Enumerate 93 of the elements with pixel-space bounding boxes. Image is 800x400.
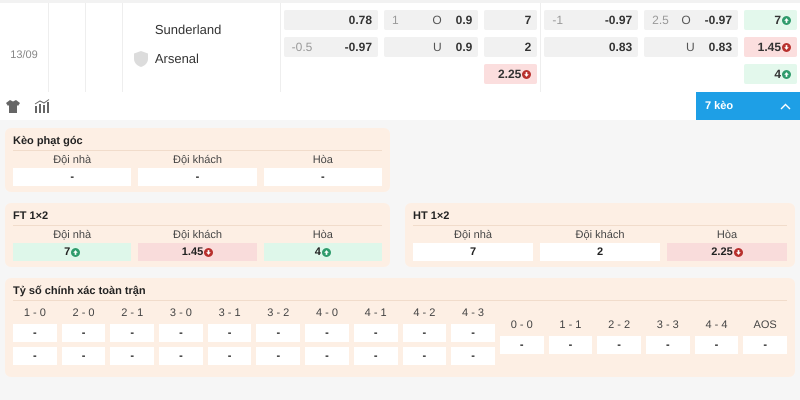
odds-cell[interactable]: - <box>646 336 690 354</box>
odds-cell[interactable]: - <box>500 336 544 354</box>
bar-chart-icon[interactable] <box>34 99 50 113</box>
up-arrow-icon <box>782 70 792 78</box>
odds-cell[interactable]: - <box>13 324 57 342</box>
down-arrow-icon <box>782 42 792 52</box>
score-label: 1 - 0 <box>22 307 47 319</box>
team-name: Sunderland <box>154 22 222 36</box>
odds-cell[interactable]: 7 <box>413 243 533 261</box>
odds-cell[interactable]: - <box>208 347 252 365</box>
odds-cell[interactable]: 2.5 O -0.97 <box>644 10 738 30</box>
outcome-label: Đội khách <box>172 153 223 168</box>
score-label: 4 - 0 <box>314 307 339 319</box>
odds-cell[interactable]: - <box>354 324 398 342</box>
odds-cell[interactable]: U 0.83 <box>644 37 738 57</box>
odds-cell[interactable]: - <box>451 324 495 342</box>
odds-cell[interactable]: - <box>110 347 154 365</box>
odds-cell[interactable]: - <box>548 336 592 354</box>
score-label: 3 - 1 <box>218 307 242 319</box>
odds-cell[interactable]: - <box>694 336 738 354</box>
score-label: 0 - 0 <box>510 318 534 330</box>
score-label: 2 - 0 <box>72 307 96 319</box>
odds-cell[interactable]: - <box>305 347 349 365</box>
shield-icon <box>132 50 149 68</box>
score-label: 4 - 1 <box>364 307 388 319</box>
odds-cell[interactable]: - <box>354 347 398 365</box>
market-title: Tỷ số chính xác toàn trận <box>13 285 146 297</box>
odds-cell[interactable]: - <box>256 347 300 365</box>
score-label: 4 - 2 <box>412 307 436 319</box>
odds-cell[interactable]: 1.45 <box>744 37 798 57</box>
market-title: FT 1×2 <box>13 210 48 222</box>
score-label: 3 - 0 <box>168 307 193 319</box>
odds-cell[interactable]: - <box>62 324 106 342</box>
odds-cell[interactable]: 2.25 <box>484 64 538 84</box>
up-arrow-icon <box>322 248 331 256</box>
down-arrow-icon <box>204 248 214 256</box>
odds-cell[interactable]: - <box>305 324 349 342</box>
market-title: Kèo phạt góc <box>13 135 83 147</box>
down-arrow-icon <box>734 248 743 256</box>
odds-cell[interactable]: 4 <box>264 243 382 261</box>
up-arrow-icon <box>782 16 792 24</box>
odds-cell[interactable]: - <box>62 347 106 365</box>
odds-cell[interactable]: -0.5 -0.97 <box>284 37 378 57</box>
odds-cell[interactable]: 1 O 0.9 <box>384 10 478 30</box>
odds-cell[interactable]: 4 <box>744 64 798 84</box>
score-label: 4 - 3 <box>461 307 486 319</box>
odds-cell[interactable]: - <box>13 168 132 186</box>
odds-cell[interactable]: 7 <box>13 243 132 261</box>
odds-cell[interactable]: -1 -0.97 <box>544 10 638 30</box>
odds-cell[interactable]: 1.45 <box>138 243 257 261</box>
odds-cell[interactable]: 7 <box>744 10 798 30</box>
odds-cell[interactable]: - <box>208 324 252 342</box>
outcome-label: Đội nhà <box>453 228 493 243</box>
outcome-label: Đội nhà <box>52 153 92 168</box>
odds-cell[interactable]: - <box>110 324 154 342</box>
outcome-label: Hòa <box>312 228 334 243</box>
odds-cell[interactable]: - <box>256 324 300 342</box>
odds-cell[interactable]: - <box>402 347 446 365</box>
odds-cell[interactable]: 7 <box>484 10 538 30</box>
odds-cell[interactable]: 0.78 <box>284 10 378 30</box>
outcome-label: Đội nhà <box>52 228 92 243</box>
odds-cell[interactable]: - <box>597 336 641 354</box>
chevron-icon <box>780 102 791 110</box>
score-label: 3 - 3 <box>656 318 680 330</box>
odds-cell[interactable]: 2.25 <box>667 243 787 261</box>
up-arrow-icon <box>71 248 80 256</box>
score-label: AOS <box>752 318 778 330</box>
score-label: 4 - 4 <box>704 318 728 330</box>
outcome-label: Hòa <box>716 228 738 243</box>
market-title: HT 1×2 <box>413 210 450 222</box>
odds-cell[interactable]: - <box>451 347 495 365</box>
score-label: 2 - 1 <box>120 307 144 319</box>
odds-cell[interactable]: - <box>159 347 203 365</box>
odds-cell[interactable]: - <box>402 324 446 342</box>
match-date: 13/09 <box>10 48 38 60</box>
odds-cell[interactable]: - <box>264 168 382 186</box>
down-arrow-icon <box>522 70 532 78</box>
odds-cell[interactable]: - <box>743 336 787 354</box>
score-label: 1 - 1 <box>558 318 582 330</box>
shirt-icon[interactable] <box>6 100 20 112</box>
odds-cell[interactable]: U 0.9 <box>384 37 478 57</box>
team-name: Arsenal <box>154 51 199 66</box>
outcome-label: Đội khách <box>172 228 223 243</box>
odds-cell[interactable]: - <box>13 347 57 365</box>
odds-cell[interactable]: 2 <box>540 243 660 261</box>
score-label: 2 - 2 <box>607 318 632 330</box>
odds-cell[interactable]: - <box>138 168 257 186</box>
outcome-label: Đội khách <box>574 228 626 243</box>
odds-cell[interactable]: 0.83 <box>544 37 638 57</box>
odds-cell[interactable]: - <box>159 324 203 342</box>
odds-cell[interactable]: 2 <box>484 37 538 57</box>
score-label: 3 - 2 <box>266 307 290 319</box>
outcome-label: Hòa <box>312 153 334 168</box>
